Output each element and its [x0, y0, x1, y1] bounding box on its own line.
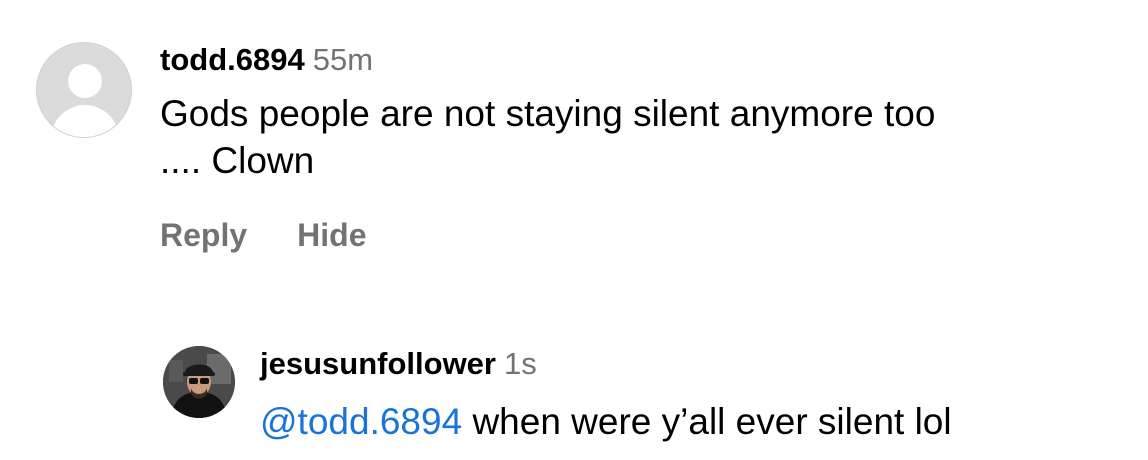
comment-username[interactable]: todd.6894 [160, 42, 305, 77]
comment-text-line2: .... Clown [160, 140, 315, 181]
mention-link[interactable]: @todd.6894 [260, 401, 462, 442]
reply-meta: jesusunfollower 1s [260, 344, 1120, 384]
reply-button[interactable]: Reply [160, 217, 247, 254]
comment-text: Gods people are not staying silent anymo… [160, 90, 1100, 184]
user-avatar-photo [163, 346, 235, 418]
reply-text-body: when were y’all ever silent lol [462, 401, 952, 442]
reply-comment: jesusunfollower 1s @todd.6894 when were y… [260, 344, 1120, 445]
avatar-shoulders-shape [51, 105, 119, 137]
reply-username[interactable]: jesusunfollower [260, 346, 496, 381]
reply-timestamp: 1s [503, 346, 537, 381]
reply-text: @todd.6894 when were y’all ever silent l… [260, 398, 1120, 445]
avatar-head-shape [68, 64, 102, 98]
comment-timestamp: 55m [312, 42, 374, 77]
default-avatar-icon[interactable] [36, 42, 132, 138]
comment-meta: todd.6894 55m [160, 40, 1120, 80]
hide-button[interactable]: Hide [297, 217, 366, 254]
comment: todd.6894 55m Gods people are not staying… [160, 40, 1120, 254]
comment-text-line1: Gods people are not staying silent anymo… [160, 93, 936, 134]
comment-actions: Reply Hide [160, 217, 1120, 254]
reply-avatar[interactable] [163, 346, 235, 418]
